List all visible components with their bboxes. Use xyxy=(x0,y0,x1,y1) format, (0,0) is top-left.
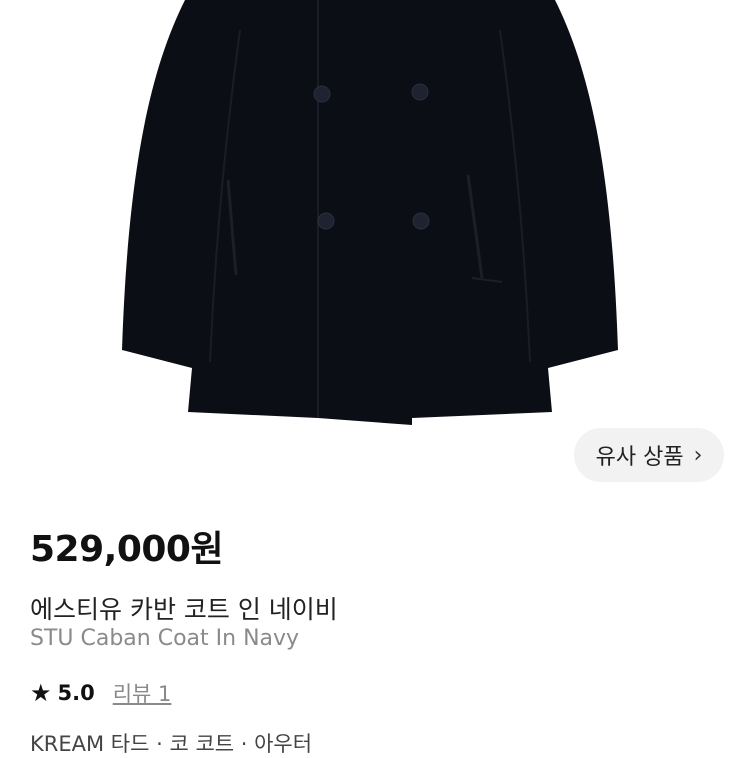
product-name-ko: 에스티유 카반 코트 인 네이비 xyxy=(30,595,338,624)
product-price: 529,000원 xyxy=(30,529,224,570)
coat-image xyxy=(122,0,618,425)
chevron-right-icon: › xyxy=(693,442,703,468)
breadcrumb[interactable]: KREAM 타드 · 코 코트 · 아우터 xyxy=(30,728,312,758)
product-name-en: STU Caban Coat In Navy xyxy=(30,626,300,651)
similar-products-button[interactable]: 유사 상품 › xyxy=(574,428,724,482)
similar-products-label: 유사 상품 xyxy=(595,445,684,470)
product-image[interactable] xyxy=(0,0,740,500)
reviews-link[interactable]: 리뷰 1 xyxy=(113,678,172,708)
rating-row: ★ 5.0 리뷰 1 xyxy=(30,678,171,708)
rating-score: 5.0 xyxy=(57,681,95,705)
star-icon: ★ xyxy=(30,679,52,707)
